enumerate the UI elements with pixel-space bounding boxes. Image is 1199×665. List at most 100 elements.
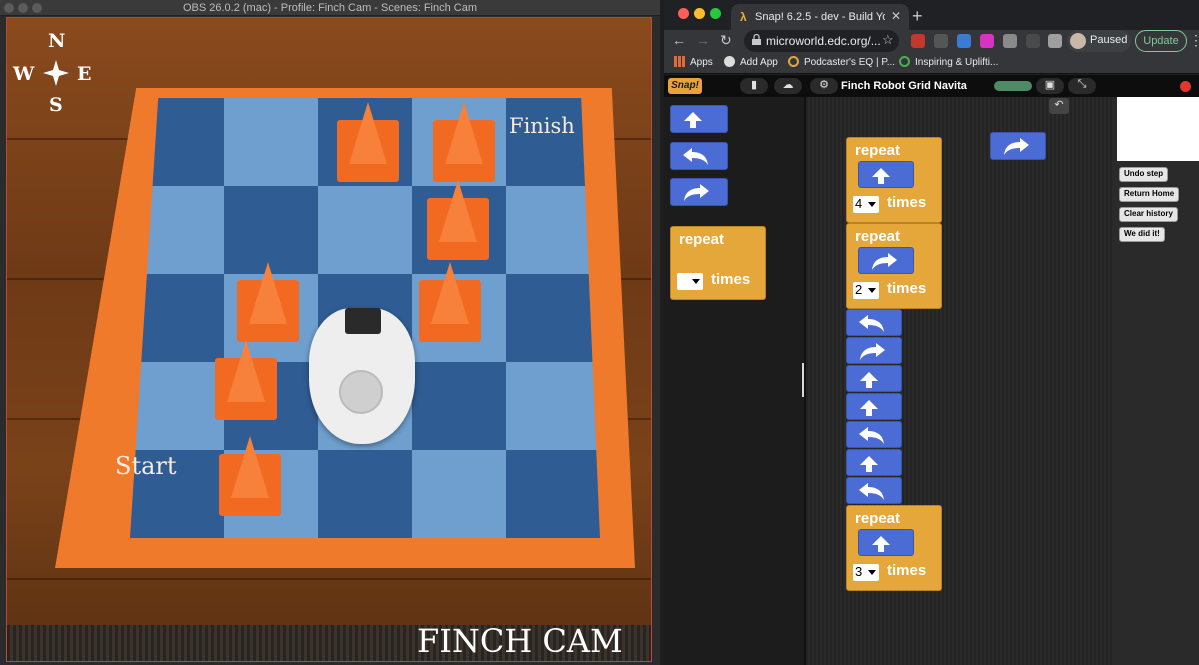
turn-left-block[interactable] — [846, 421, 902, 448]
settings-gear-icon[interactable]: ⚙ — [810, 78, 838, 94]
traffic-cone — [215, 340, 277, 420]
repeat-count-input[interactable] — [677, 273, 703, 290]
resize-handle[interactable] — [802, 363, 804, 397]
up-arrow-icon — [872, 168, 890, 184]
repeat-footer: times — [671, 267, 767, 301]
stage[interactable] — [1117, 97, 1199, 161]
repeat-count-input[interactable]: 3 — [853, 564, 879, 581]
stage-size-icon[interactable]: ▣ — [1036, 78, 1064, 94]
script-area[interactable]: repeat 4 times repeat 2 times repeat 3 t… — [806, 97, 1113, 665]
profile-button[interactable]: Paused — [1067, 30, 1131, 52]
address-bar[interactable]: microworld.edc.org/... ☆ — [744, 30, 899, 52]
lock-icon — [752, 34, 761, 45]
profile-label: Paused — [1090, 34, 1128, 46]
stage-panel: Undo step Return Home Clear history We d… — [1113, 97, 1199, 665]
turn-right-block[interactable] — [846, 337, 902, 364]
bookmark-apps[interactable]: Apps — [674, 56, 713, 68]
up-arrow-icon — [860, 400, 878, 416]
chevron-down-icon[interactable] — [868, 570, 876, 575]
bookmark-inspiring[interactable]: Inspiring & Uplifti... — [899, 56, 998, 68]
robot-dial — [339, 370, 383, 414]
new-tab-icon[interactable]: + — [912, 6, 923, 27]
forward-block[interactable] — [846, 449, 902, 476]
forward-block[interactable] — [846, 365, 902, 392]
clear-history-button[interactable]: Clear history — [1119, 207, 1178, 222]
bookmark-podcasters-eq[interactable]: Podcaster's EQ | P... — [788, 56, 895, 68]
times-label: times — [711, 271, 751, 288]
globe-icon — [724, 56, 735, 67]
repeat-count-input[interactable]: 2 — [853, 282, 879, 299]
grid-square — [412, 362, 506, 450]
palette-block-turn-left[interactable] — [670, 142, 728, 170]
traffic-cone — [427, 180, 489, 260]
file-icon[interactable]: ▮ — [740, 78, 768, 94]
tab-title: Snap! 6.2.5 - dev - Build Your Own Block… — [755, 11, 885, 23]
repeat-count-value: 4 — [855, 196, 863, 211]
undo-icon[interactable]: ↶ — [1049, 98, 1069, 114]
tab-snap[interactable]: λ Snap! 6.2.5 - dev - Build Your Own Blo… — [731, 4, 909, 30]
extension-icon[interactable] — [911, 34, 925, 48]
browser-toolbar: ← → ↻ microworld.edc.org/... ☆ Paused Up… — [664, 30, 1199, 52]
repeat-label: repeat — [855, 142, 901, 159]
forward-block[interactable] — [858, 161, 914, 188]
repeat-count-input[interactable]: 4 — [853, 196, 879, 213]
lambda-icon: λ — [740, 10, 747, 24]
extension-icon[interactable] — [980, 34, 994, 48]
turn-right-arrow-icon — [1004, 138, 1029, 155]
extension-icon[interactable] — [934, 34, 948, 48]
chevron-down-icon[interactable] — [868, 288, 876, 293]
bookmark-add-app[interactable]: Add App — [724, 56, 778, 68]
back-icon[interactable]: ← — [672, 32, 686, 48]
return-home-button[interactable]: Return Home — [1119, 187, 1180, 202]
grid-square — [506, 362, 600, 450]
reload-icon[interactable]: ↻ — [720, 32, 732, 49]
menu-icon[interactable]: ⋮ — [1189, 32, 1199, 49]
palette-block-turn-right[interactable] — [670, 178, 728, 206]
bookmark-label: Add App — [740, 57, 778, 68]
bookmark-star-icon[interactable]: ☆ — [882, 32, 894, 48]
compass-west: W — [13, 63, 35, 85]
cloud-icon[interactable]: ☁ — [774, 78, 802, 94]
traffic-cone — [419, 262, 481, 342]
update-button[interactable]: Update — [1135, 30, 1187, 52]
extension-w-icon[interactable] — [957, 34, 971, 48]
chevron-down-icon[interactable] — [692, 279, 700, 284]
palette-repeat-block[interactable]: repeat times — [670, 226, 766, 300]
obs-window: OBS 26.0.2 (mac) - Profile: Finch Cam - … — [0, 0, 660, 665]
times-label: times — [887, 280, 927, 297]
traffic-cone — [433, 102, 495, 182]
turn-right-block[interactable] — [858, 247, 914, 274]
zoom-window-button[interactable] — [710, 8, 721, 19]
loading-icon — [899, 56, 910, 67]
we-did-it-button[interactable]: We did it! — [1119, 227, 1165, 242]
forward-icon[interactable]: → — [696, 32, 710, 48]
turn-left-block[interactable] — [846, 477, 902, 504]
up-arrow-icon — [684, 112, 702, 128]
speed-slider[interactable] — [994, 81, 1032, 91]
repeat-count-value: 2 — [855, 282, 863, 297]
turn-right-arrow-icon — [684, 184, 709, 201]
close-window-button[interactable] — [678, 8, 689, 19]
forward-block[interactable] — [846, 393, 902, 420]
up-arrow-icon — [860, 456, 878, 472]
traffic-cone — [219, 436, 281, 516]
forward-block[interactable] — [858, 529, 914, 556]
chevron-down-icon[interactable] — [868, 202, 876, 207]
snap-logo[interactable]: Snap! — [668, 78, 702, 94]
undo-step-button[interactable]: Undo step — [1119, 167, 1169, 182]
puzzle-icon[interactable] — [1048, 34, 1062, 48]
turn-left-arrow-icon — [683, 148, 708, 165]
minimize-window-button[interactable] — [694, 8, 705, 19]
turn-left-block[interactable] — [846, 309, 902, 336]
loose-turn-right-block[interactable] — [990, 132, 1046, 160]
fullscreen-icon[interactable]: ⤡ — [1068, 78, 1096, 94]
stop-icon[interactable] — [1180, 81, 1191, 92]
extension-icon[interactable] — [1003, 34, 1017, 48]
grid-square — [412, 450, 506, 538]
up-arrow-icon — [860, 372, 878, 388]
palette-block-forward[interactable] — [670, 105, 728, 133]
tab-close-icon[interactable]: ✕ — [891, 9, 901, 23]
extension-icon[interactable] — [1026, 34, 1040, 48]
repeat-label: repeat — [855, 228, 901, 245]
floor-board-seam — [7, 578, 651, 580]
